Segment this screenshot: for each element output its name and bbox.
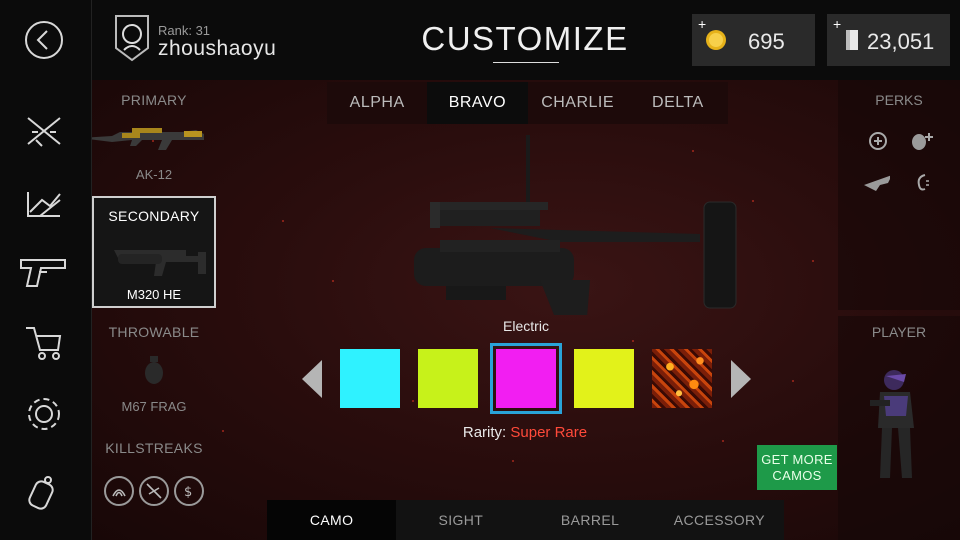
primary-slot[interactable]: PRIMARY AK-12 [80,80,216,190]
tab-camo[interactable]: CAMO [267,500,397,540]
rank-label: Rank: 31 [158,23,211,38]
loadout-tabs: ALPHA BRAVO CHARLIE DELTA [327,82,728,124]
weapons-button[interactable] [16,102,72,158]
grenade-plus-icon[interactable] [908,128,936,152]
selected-camo-name: Electric [503,318,549,334]
tab-sight[interactable]: SIGHT [396,500,525,540]
primary-name: AK-12 [135,167,173,182]
tab-bravo[interactable]: BRAVO [427,82,528,124]
dog-tags-button[interactable] [16,464,72,520]
title-underline [493,62,559,63]
rarity-value: Super Rare [510,424,588,441]
back-button[interactable] [16,12,72,68]
cash-note-icon [846,30,858,50]
camo-swatch-yellow[interactable] [574,349,634,408]
map-icon [27,192,61,217]
rarity-label: Rarity: [462,424,507,441]
medkit-icon[interactable] [864,128,892,152]
frag-grenade-icon [145,356,163,384]
weapons-icon [27,117,61,147]
throwable-label: THROWABLE [108,324,200,340]
settings-button[interactable] [16,386,72,442]
cash-value: 23,051 [867,29,935,54]
camo-swatch-electric[interactable] [490,343,562,414]
wing-icon[interactable] [862,170,890,194]
attachment-tabs: CAMO SIGHT BARREL ACCESSORY [267,500,784,540]
add-cash-icon[interactable]: + [833,16,841,32]
shop-cart-icon [26,327,62,360]
perks-label: PERKS [875,92,923,108]
settings-gear-icon [28,398,60,430]
throwable-slot[interactable]: THROWABLE M67 FRAG [92,316,216,420]
pistol-button[interactable] [16,244,72,300]
secondary-name: M320 HE [126,287,182,302]
radar-icon [104,476,134,506]
killstreaks-label: KILLSTREAKS [105,440,203,456]
secondary-slot[interactable]: SECONDARY M320 HE [92,196,216,308]
svg-text:$: $ [184,485,192,500]
rarity-text: Rarity: Super Rare [440,424,610,441]
tab-alpha[interactable]: ALPHA [327,82,427,124]
gold-coin-icon [706,30,726,50]
camo-prev-arrow-icon[interactable] [302,360,322,398]
dog-tag-icon [28,476,54,510]
camo-next-arrow-icon[interactable] [731,360,751,398]
username: zhoushaoyu [158,37,277,60]
tab-barrel[interactable]: BARREL [526,500,655,540]
killstreaks-slot[interactable]: KILLSTREAKS $ [92,432,216,506]
coins-value: 695 [748,29,785,54]
ear-icon[interactable] [908,170,936,194]
tab-accessory[interactable]: ACCESSORY [655,500,784,540]
cash-counter[interactable]: + 23,051 [827,14,950,66]
left-nav-rail [0,0,92,540]
camo-swatch-lime[interactable] [418,349,478,408]
player-panel[interactable]: PLAYER [838,316,960,540]
rank-avatar-icon [115,15,149,62]
get-more-camos-button[interactable]: GET MORE CAMOS [757,445,837,490]
cash-drop-icon: $ [174,476,204,506]
map-button[interactable] [16,174,72,230]
perks-panel: PERKS [838,80,960,310]
tab-charlie[interactable]: CHARLIE [528,82,628,124]
camo-swatch-cyan[interactable] [340,349,400,408]
throwable-name: M67 FRAG [121,399,187,414]
weapon-preview [414,135,737,315]
pistol-icon [20,259,66,287]
ak12-rifle-icon [80,128,204,150]
tab-delta[interactable]: DELTA [628,82,728,124]
player-label: PLAYER [871,324,927,340]
secondary-label: SECONDARY [108,208,200,224]
shop-button[interactable] [16,314,72,370]
primary-label: PRIMARY [121,92,187,108]
m320-launcher-icon [114,250,206,276]
camo-swatch-lava[interactable] [652,349,712,408]
no-drone-icon [139,476,169,506]
player-soldier-image [870,370,914,478]
coins-counter[interactable]: + 695 [692,14,815,66]
back-icon [25,21,63,59]
page-title: CUSTOMIZE [421,20,629,57]
weapon-slots: PRIMARY AK-12 SECONDARY M320 HE THROWABL… [80,80,216,506]
